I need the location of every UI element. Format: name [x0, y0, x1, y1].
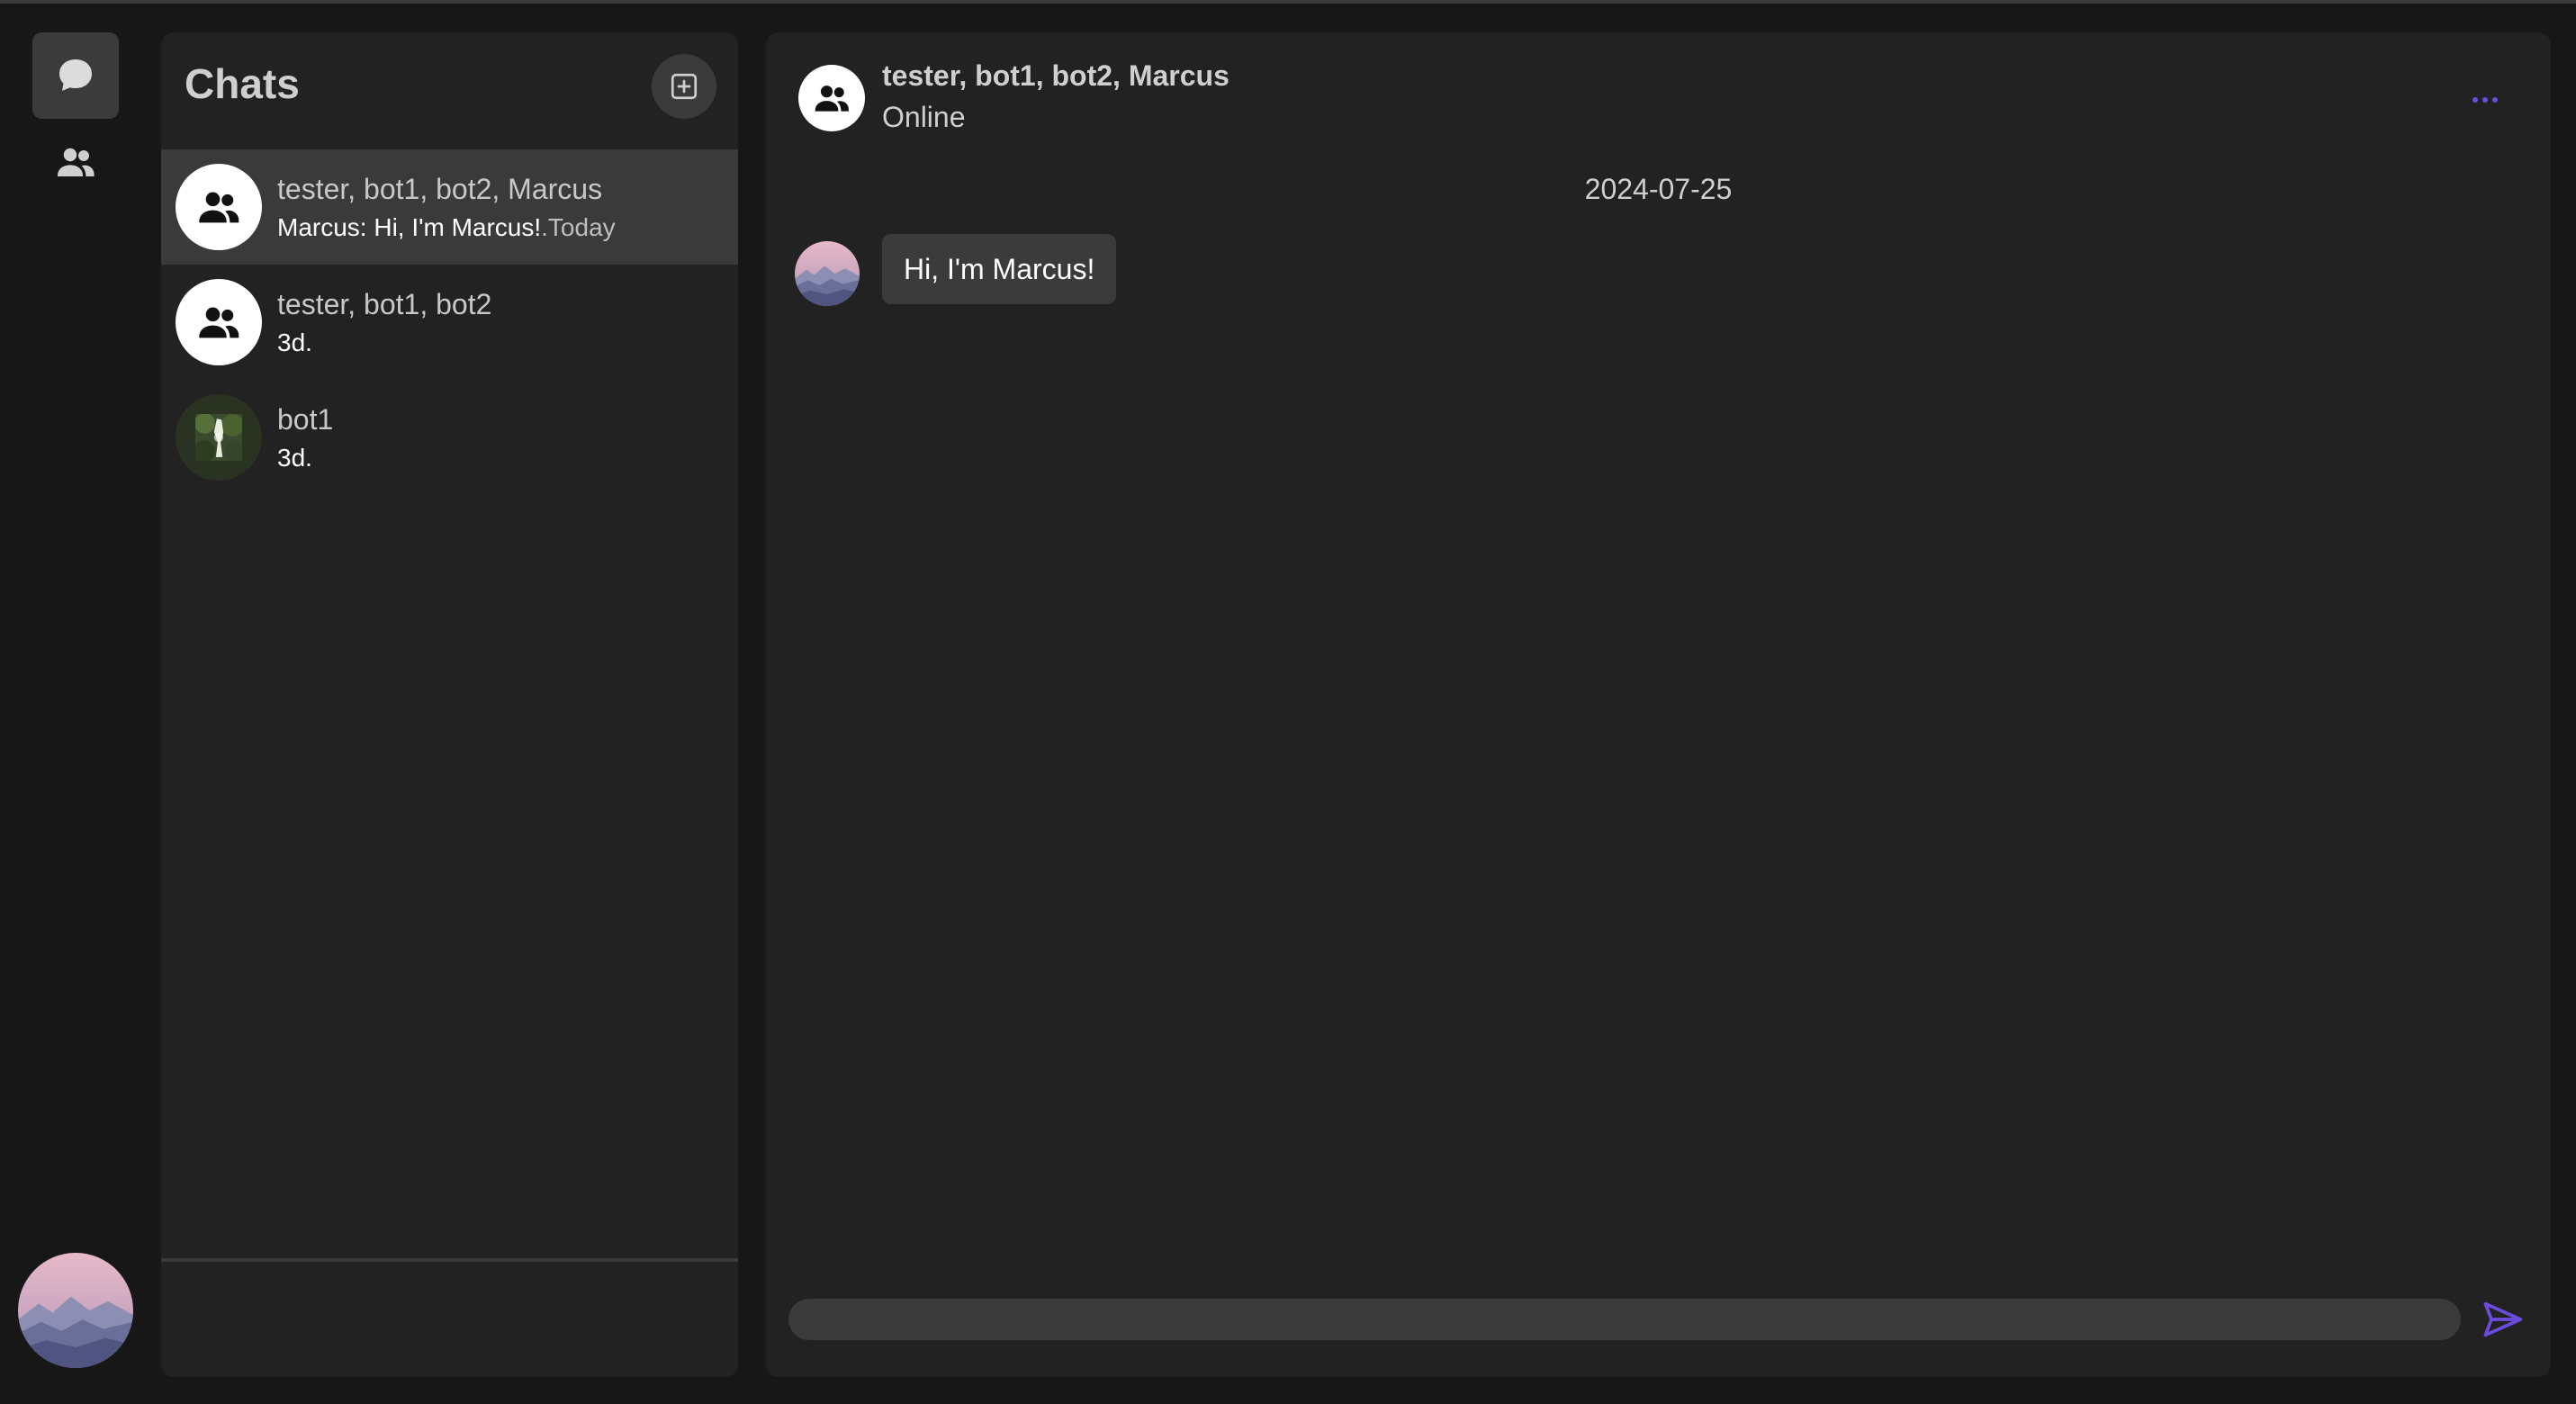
date-separator: 2024-07-25 [1584, 173, 1733, 205]
conversation-status: Online [882, 101, 966, 133]
nav-rail [0, 4, 151, 1404]
chat-name: tester, bot1, bot2 [277, 287, 492, 320]
message-sender-avatar [795, 241, 860, 306]
forest-photo [195, 414, 242, 461]
send-icon [2483, 1301, 2523, 1337]
forest-photo-avatar [176, 394, 262, 481]
mountain-avatar-image [795, 241, 860, 306]
chats-panel: Chats tester, bot1, bot2, Marcus Marcus:… [161, 32, 738, 1377]
window-top-border [0, 0, 2576, 4]
profile-avatar[interactable] [18, 1253, 133, 1368]
chats-title: Chats [185, 60, 300, 107]
chat-time: 3d. [277, 328, 312, 356]
chat-bubble-icon [59, 59, 92, 91]
users-icon [58, 148, 95, 176]
new-chat-button[interactable] [652, 54, 716, 119]
chats-footer-divider [161, 1258, 738, 1262]
chat-list-item[interactable]: tester, bot1, bot2, Marcus Marcus: Hi, I… [161, 149, 738, 265]
chats-nav-button[interactable] [32, 32, 119, 119]
chat-time: .Today [541, 212, 616, 241]
group-avatar [176, 279, 262, 365]
chat-list-item[interactable]: tester, bot1, bot2 3d. [161, 265, 738, 380]
message-input[interactable] [788, 1299, 2461, 1340]
chat-name: bot1 [277, 402, 334, 436]
group-avatar [176, 164, 262, 250]
group-icon [199, 307, 239, 338]
conversation-panel: tester, bot1, bot2, Marcus Online 2024-0… [766, 32, 2551, 1377]
more-dots-icon [2472, 97, 2478, 103]
chat-time: 3d. [277, 443, 312, 472]
conversation-avatar [798, 65, 865, 131]
chat-list: tester, bot1, bot2, Marcus Marcus: Hi, I… [161, 149, 738, 495]
plus-square-icon [671, 73, 698, 100]
conversation-title: tester, bot1, bot2, Marcus [882, 59, 1229, 92]
chat-list-item[interactable]: bot1 3d. [161, 380, 738, 495]
mountain-avatar-image [18, 1253, 133, 1368]
more-options-button[interactable] [2458, 86, 2512, 113]
group-icon [815, 86, 849, 112]
contacts-nav-button[interactable] [32, 119, 119, 205]
message-bubble: Hi, I'm Marcus! [882, 234, 1117, 304]
chat-name: tester, bot1, bot2, Marcus [277, 172, 603, 205]
send-button[interactable] [2476, 1292, 2530, 1346]
chat-last-message: Marcus: Hi, I'm Marcus! [277, 212, 542, 241]
group-icon [199, 192, 239, 223]
